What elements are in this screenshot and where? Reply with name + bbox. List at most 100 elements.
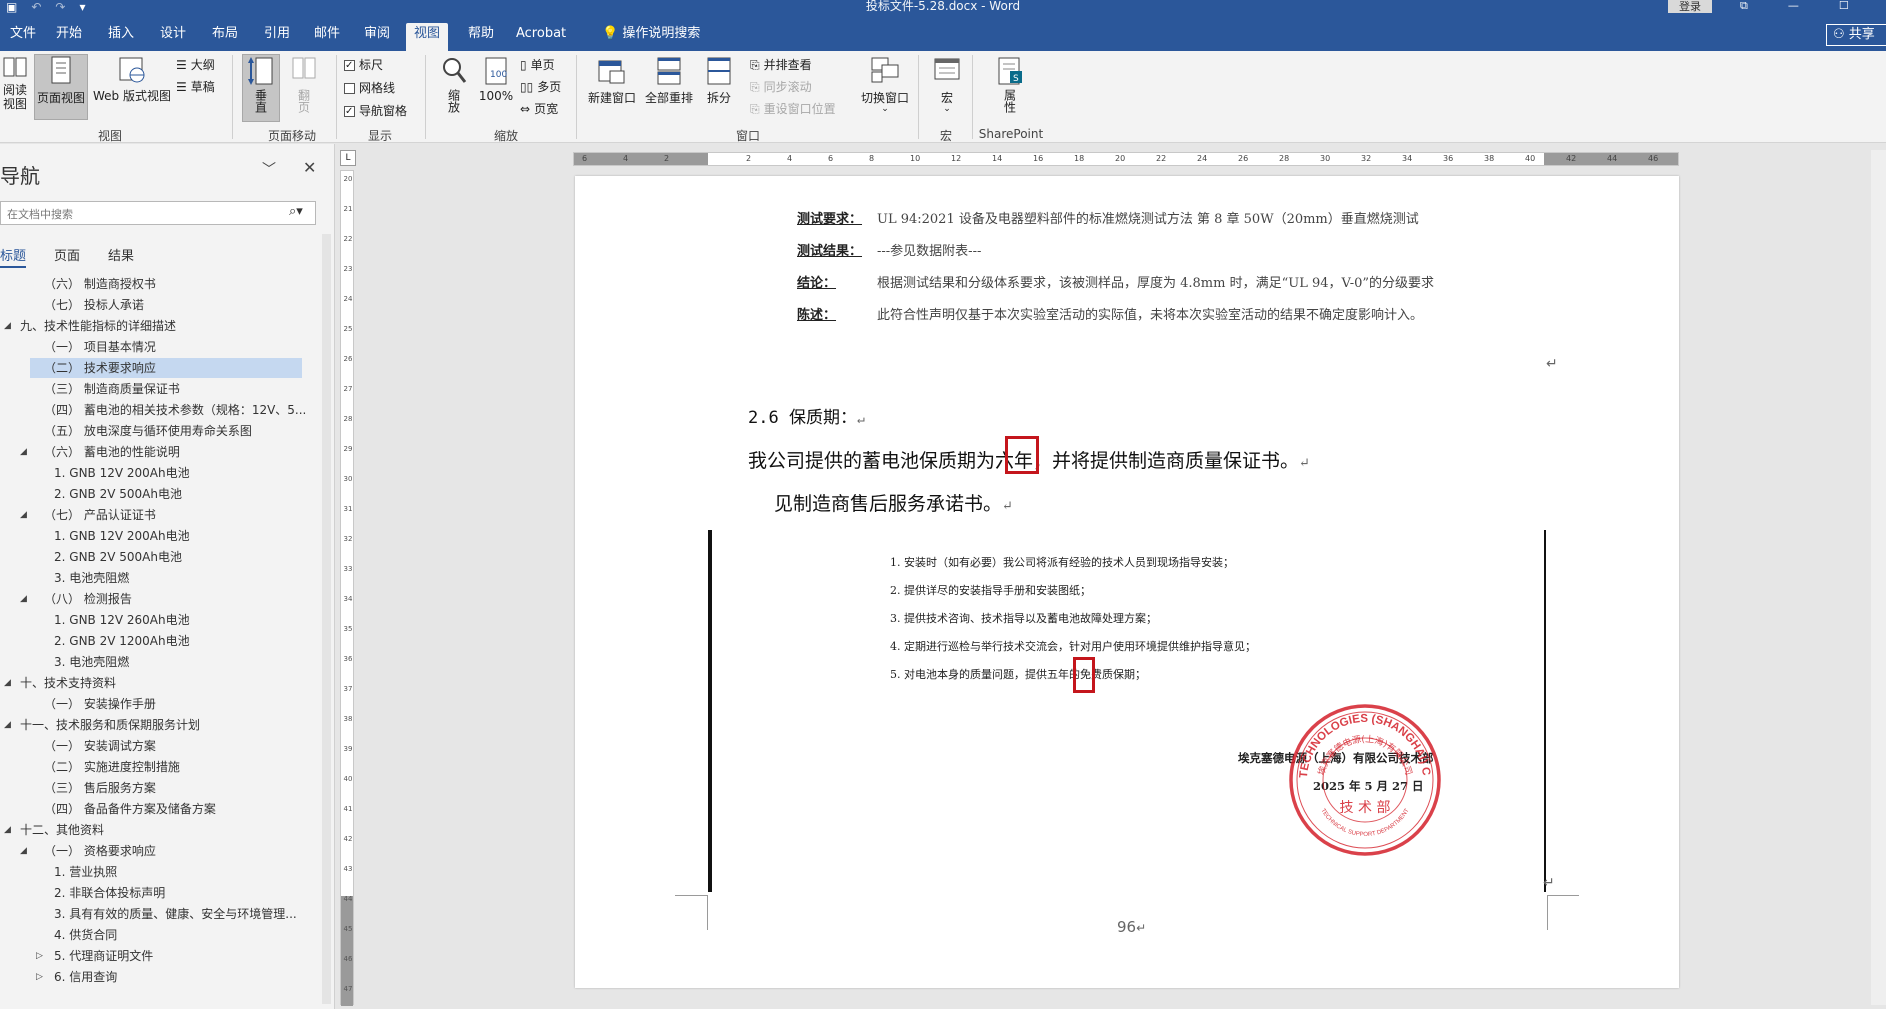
- nav-heading-item[interactable]: 4. 供货合同: [0, 925, 320, 945]
- nav-scrollbar[interactable]: [322, 234, 331, 1004]
- nav-heading-item[interactable]: ◢ 十一、技术服务和质保期服务计划: [0, 715, 320, 735]
- side-to-side-button[interactable]: 翻页: [286, 55, 322, 116]
- side-by-side-button[interactable]: ⎘ 并排查看: [750, 57, 812, 73]
- nav-heading-item[interactable]: （一） 安装调试方案: [0, 736, 320, 756]
- zoom-button[interactable]: 缩放: [436, 55, 472, 116]
- read-mode-button[interactable]: 阅读 视图: [0, 55, 30, 111]
- nav-heading-item[interactable]: 1. GNB 12V 200Ah电池: [0, 463, 320, 483]
- collapse-triangle-icon[interactable]: ◢: [20, 841, 27, 861]
- nav-heading-item[interactable]: 1. GNB 12V 200Ah电池: [0, 526, 320, 546]
- switch-windows-button[interactable]: 切换窗口 ⌄: [856, 55, 914, 114]
- nav-heading-item[interactable]: ◢ （八） 检测报告: [0, 589, 320, 609]
- share-button[interactable]: ⚇ 共享: [1826, 24, 1886, 46]
- nav-heading-item[interactable]: （四） 蓄电池的相关技术参数（规格：12V、5...: [0, 400, 320, 420]
- new-window-button[interactable]: 新建窗口: [584, 55, 640, 106]
- print-layout-button[interactable]: 页面视图: [34, 54, 88, 120]
- nav-heading-item[interactable]: （六） 制造商授权书: [0, 274, 320, 294]
- checkbox-unchecked[interactable]: [344, 82, 355, 94]
- nav-heading-item[interactable]: ◢ 九、技术性能指标的详细描述: [0, 316, 320, 336]
- properties-button[interactable]: S 属性: [990, 55, 1030, 116]
- nav-heading-item[interactable]: （四） 备品备件方案及储备方案: [0, 799, 320, 819]
- tab-view[interactable]: 视图: [406, 23, 449, 51]
- nav-heading-item[interactable]: ▷ 5. 代理商证明文件: [0, 946, 320, 966]
- arrange-all-button[interactable]: 全部重排: [642, 55, 696, 106]
- aftersales-paragraph[interactable]: 见制造商售后服务承诺书。↵: [774, 489, 1013, 516]
- multiple-pages-button[interactable]: ▯▯ 多页: [520, 79, 561, 95]
- nav-heading-item[interactable]: 2. 非联合体投标声明: [0, 883, 320, 903]
- nav-tab-headings[interactable]: 标题: [0, 245, 27, 268]
- nav-heading-item[interactable]: （二） 实施进度控制措施: [0, 757, 320, 777]
- nav-pane-checkbox[interactable]: 导航窗格: [344, 103, 407, 120]
- tab-help[interactable]: 帮助: [460, 23, 502, 51]
- page-width-button[interactable]: ⇔ 页宽: [520, 101, 558, 117]
- outline-button[interactable]: ☰ 大纲: [176, 57, 215, 73]
- tab-review[interactable]: 审阅: [356, 23, 398, 51]
- nav-heading-item[interactable]: 3. 具有有效的质量、健康、安全与环境管理...: [0, 904, 320, 924]
- section-heading[interactable]: 2.6 保质期：↵: [748, 403, 865, 428]
- nav-heading-item[interactable]: ◢ （一） 资格要求响应: [0, 841, 320, 861]
- sign-in-button[interactable]: 登录: [1668, 0, 1712, 13]
- collapse-triangle-icon[interactable]: ◢: [4, 316, 11, 336]
- tab-home[interactable]: 开始: [48, 23, 90, 51]
- nav-heading-item[interactable]: （七） 投标人承诺: [0, 295, 320, 315]
- tell-me-search[interactable]: 💡 操作说明搜索: [594, 23, 708, 51]
- zoom-100-button[interactable]: 100 100%: [476, 55, 516, 103]
- nav-search-input[interactable]: 在文档中搜索 ⌕▾: [0, 201, 316, 225]
- nav-tab-results[interactable]: 结果: [108, 245, 134, 268]
- vertical-button[interactable]: 垂直: [242, 54, 280, 122]
- nav-heading-item[interactable]: （一） 项目基本情况: [0, 337, 320, 357]
- nav-heading-item[interactable]: （三） 制造商质量保证书: [0, 379, 320, 399]
- ribbon-display-icon[interactable]: ⧉: [1740, 0, 1748, 12]
- nav-heading-item[interactable]: 2. GNB 2V 500Ah电池: [0, 547, 320, 567]
- tab-insert[interactable]: 插入: [100, 23, 142, 51]
- nav-tab-pages[interactable]: 页面: [54, 245, 80, 268]
- checkbox-checked[interactable]: [344, 104, 355, 120]
- nav-heading-item[interactable]: ◢ （六） 蓄电池的性能说明: [0, 442, 320, 462]
- search-icon[interactable]: ⌕▾: [289, 204, 303, 219]
- nav-heading-item[interactable]: （三） 售后服务方案: [0, 778, 320, 798]
- nav-heading-item[interactable]: ◢ 十、技术支持资料: [0, 673, 320, 693]
- nav-heading-item[interactable]: ◢ 十二、其他资料: [0, 820, 320, 840]
- maximize-icon[interactable]: ☐: [1839, 0, 1849, 12]
- nav-heading-item[interactable]: （二） 技术要求响应: [30, 358, 302, 378]
- sync-scroll-button[interactable]: ⎘ 同步滚动: [750, 79, 812, 95]
- ruler-checkbox[interactable]: 标尺: [344, 57, 383, 74]
- tab-file[interactable]: 文件: [2, 23, 44, 51]
- nav-heading-item[interactable]: 2. GNB 2V 1200Ah电池: [0, 631, 320, 651]
- nav-heading-item[interactable]: 1. 营业执照: [0, 862, 320, 882]
- nav-options-chevron-icon[interactable]: ﹀: [262, 159, 276, 179]
- reset-window-button[interactable]: ⎘ 重设窗口位置: [750, 101, 836, 117]
- one-page-button[interactable]: ▯ 单页: [520, 57, 555, 73]
- tab-layout[interactable]: 布局: [204, 23, 246, 51]
- nav-heading-item[interactable]: 2. GNB 2V 500Ah电池: [0, 484, 320, 504]
- expand-triangle-icon[interactable]: ▷: [36, 946, 43, 966]
- collapse-triangle-icon[interactable]: ◢: [20, 505, 27, 525]
- draft-button[interactable]: ☰ 草稿: [176, 79, 215, 95]
- collapse-triangle-icon[interactable]: ◢: [4, 820, 11, 840]
- gridlines-checkbox[interactable]: 网格线: [344, 80, 395, 96]
- horizontal-ruler[interactable]: 6 4 2 2 4 6 8 10 12 14 16 18 20 22 24 26 28 30 32 34 36 38 40 4…: [573, 152, 1679, 166]
- close-icon[interactable]: ✕: [303, 158, 316, 177]
- tab-acrobat[interactable]: Acrobat: [508, 23, 574, 51]
- tab-mailings[interactable]: 邮件: [306, 23, 348, 51]
- collapse-triangle-icon[interactable]: ◢: [4, 673, 11, 693]
- nav-heading-item[interactable]: （五） 放电深度与循环使用寿命关系图: [0, 421, 320, 441]
- macros-button[interactable]: 宏 ⌄: [926, 55, 968, 114]
- nav-heading-item[interactable]: 1. GNB 12V 260Ah电池: [0, 610, 320, 630]
- collapse-triangle-icon[interactable]: ◢: [20, 442, 27, 462]
- scanned-commitment-image[interactable]: 1. 安装时（如有必要）我公司将派有经验的技术人员到现场指导安装； 2. 提供详…: [705, 530, 1555, 895]
- split-button[interactable]: 拆分: [700, 55, 738, 106]
- checkbox-checked[interactable]: [344, 58, 355, 74]
- minimize-icon[interactable]: —: [1788, 0, 1799, 12]
- nav-heading-item[interactable]: 3. 电池壳阻燃: [0, 568, 320, 588]
- nav-heading-item[interactable]: ◢ （七） 产品认证证书: [0, 505, 320, 525]
- web-layout-button[interactable]: Web 版式视图: [90, 55, 174, 104]
- collapse-triangle-icon[interactable]: ◢: [4, 715, 11, 735]
- tab-selector[interactable]: L: [340, 150, 356, 166]
- vertical-ruler[interactable]: 20 21 22 23 24 25 26 27 28 29 30 31 32 33 34 35 36 37 38 39…: [340, 170, 354, 1006]
- nav-heading-item[interactable]: （一） 安装操作手册: [0, 694, 320, 714]
- nav-heading-item[interactable]: ▷ 6. 信用查询: [0, 967, 320, 987]
- expand-triangle-icon[interactable]: ▷: [36, 967, 43, 987]
- document-scrollbar[interactable]: [1871, 150, 1886, 1005]
- nav-heading-item[interactable]: 3. 电池壳阻燃: [0, 652, 320, 672]
